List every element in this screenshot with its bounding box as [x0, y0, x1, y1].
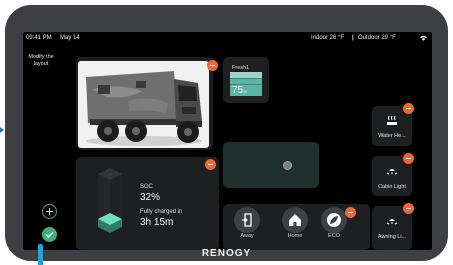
away-mode-circle: [234, 207, 260, 233]
remove-cabin-light-tile-icon[interactable]: [403, 153, 414, 164]
wifi-icon: [420, 35, 427, 41]
cabin-light-tile[interactable]: Cabin Light: [372, 153, 414, 196]
fresh-tank-value-number: 75: [232, 85, 244, 96]
water-heater-label: Water He...: [378, 133, 406, 139]
fresh-tank-title: Fresh1: [232, 65, 250, 71]
water-heater-tile[interactable]: Water He...: [372, 103, 414, 146]
fresh-tank-level-line: [230, 78, 262, 79]
status-date: May 14: [60, 35, 80, 41]
cabin-light-label: Cabin Light: [378, 184, 406, 190]
remove-vehicle-card-icon[interactable]: [207, 60, 218, 71]
drag-handle-icon[interactable]: [283, 161, 292, 170]
awning-light-tile[interactable]: Awning Li...: [372, 203, 414, 250]
rv-truck-illustration: [86, 71, 202, 146]
home-mode-button[interactable]: Home: [282, 207, 310, 239]
soc-value: 32%: [140, 192, 161, 203]
fresh-tank-value: 75%: [232, 85, 247, 96]
soc-label: SOC: [140, 184, 154, 190]
away-mode-button[interactable]: Away: [234, 207, 262, 239]
remove-battery-card-icon[interactable]: [205, 159, 216, 170]
vehicle-image: [78, 61, 209, 148]
mode-card[interactable]: Away Home ECO: [223, 204, 370, 250]
light-icon: [386, 219, 398, 225]
confirm-layout-button[interactable]: [42, 227, 57, 242]
awning-light-label: Awning Li...: [377, 234, 407, 240]
status-time: 09:41 PM: [26, 35, 52, 41]
eco-mode-circle: [321, 207, 347, 233]
away-mode-label: Away: [240, 233, 254, 239]
plus-icon: [46, 208, 53, 215]
light-icon: [386, 169, 398, 175]
indoor-temp: Indoor 26 °F: [311, 35, 345, 41]
water-heater-icon: [387, 115, 397, 125]
fresh-tank-gauge: 75%: [230, 72, 262, 96]
home-mode-label: Home: [287, 233, 303, 239]
home-mode-circle: [282, 207, 308, 233]
charge-time-value: 3h 15m: [140, 217, 174, 228]
eco-mode-label: ECO: [328, 233, 340, 239]
eco-leaf-icon: [327, 213, 341, 227]
brand-logo: RENOGY: [201, 248, 252, 259]
status-bar: 09:41 PM May 14 Indoor 26 °F | Outdoor 2…: [23, 32, 432, 44]
add-widget-button[interactable]: [42, 204, 57, 219]
device-frame: 09:41 PM May 14 Indoor 26 °F | Outdoor 2…: [5, 5, 448, 261]
temp-divider: |: [352, 35, 354, 41]
remove-awning-light-tile-icon[interactable]: [403, 203, 414, 214]
remove-mode-card-icon[interactable]: [345, 207, 356, 218]
empty-widget-slot[interactable]: [223, 142, 319, 188]
battery-card[interactable]: SOC 32% Fully charged in 3h 15m: [76, 157, 219, 250]
device-screen: 09:41 PM May 14 Indoor 26 °F | Outdoor 2…: [23, 32, 432, 250]
home-icon: [289, 214, 301, 226]
charge-time-label: Fully charged in: [140, 209, 183, 215]
remove-water-heater-tile-icon[interactable]: [403, 103, 414, 114]
check-icon: [45, 231, 54, 238]
fresh-tank-unit: %: [243, 89, 247, 94]
left-edge-arrow-icon: [0, 127, 4, 133]
battery-column-icon: [94, 167, 126, 237]
fresh-tank-card[interactable]: Fresh1 75%: [223, 57, 269, 103]
outdoor-temp: Outdoor 29 °F: [358, 35, 396, 41]
vehicle-card[interactable]: [76, 57, 218, 150]
modify-layout-label[interactable]: Modify the layout: [25, 54, 57, 68]
away-door-icon: [242, 213, 252, 227]
cursor-line: [38, 244, 43, 265]
